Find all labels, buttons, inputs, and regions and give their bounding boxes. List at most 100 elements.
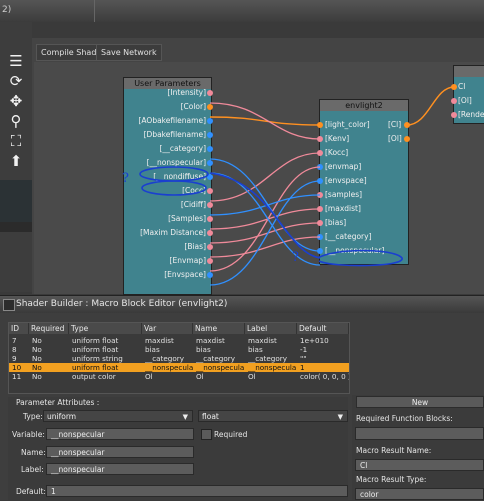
table-row[interactable]: 7 No uniform float maxdist maxdist maxdist 1e+… xyxy=(9,336,349,345)
table-header-cell[interactable]: Name xyxy=(193,323,245,334)
wire-maxdist xyxy=(209,222,321,244)
table-cell: maxdist xyxy=(196,336,225,345)
macro-result-type-label: Macro Result Type: xyxy=(356,475,427,484)
table-cell: bias xyxy=(248,345,263,354)
table-cell: Ol xyxy=(145,372,153,381)
wire-color xyxy=(209,116,321,126)
network-canvas[interactable]: User Parameters [Intensity] [Color] [AObak… xyxy=(34,62,484,295)
name-field[interactable]: __nonspecular xyxy=(46,446,194,458)
save-network-button[interactable]: Save Network xyxy=(96,44,162,61)
new-button[interactable]: New xyxy=(356,396,484,408)
table-cell: No xyxy=(32,345,42,354)
table-cell: Ol xyxy=(196,372,204,381)
type-label: Type: xyxy=(23,412,43,421)
parameter-table: ID Required Type Var Name Label Default 7 No uni… xyxy=(8,322,350,394)
wire-envmap xyxy=(209,166,321,272)
table-cell: 11 xyxy=(12,372,22,381)
table-cell: uniform float xyxy=(72,336,119,345)
table-row[interactable]: 11 No output color Ol Ol Ol color( 0, 0, 0 ) xyxy=(9,372,349,381)
table-header-cell[interactable]: Default xyxy=(297,323,349,334)
table-row-selected[interactable]: 10 No uniform float __nonspecular __nonspecu… xyxy=(9,363,349,372)
type-value: float xyxy=(202,412,219,421)
table-cell: 10 xyxy=(12,363,22,372)
annotation-question-1: ? xyxy=(122,171,129,186)
macro-result-type-field[interactable]: color xyxy=(355,488,484,500)
required-function-blocks-label: Required Function Blocks: xyxy=(356,414,453,423)
table-cell: maxdist xyxy=(145,336,174,345)
label-label: Label: xyxy=(21,465,44,474)
wire-nonspecular xyxy=(209,172,321,266)
table-cell: No xyxy=(32,336,42,345)
app-icon xyxy=(3,299,15,311)
viewport-strip xyxy=(0,222,32,232)
table-cell: 1 xyxy=(300,363,305,372)
window-title: 2) xyxy=(2,5,12,15)
table-cell: No xyxy=(32,354,42,363)
connection-wires xyxy=(139,86,455,286)
required-checkbox[interactable] xyxy=(201,429,212,440)
table-cell: 1e+010 xyxy=(300,336,329,345)
viewport-preview xyxy=(0,180,32,222)
table-cell: bias xyxy=(196,345,211,354)
name-label: Name: xyxy=(21,448,46,457)
table-cell: uniform string xyxy=(72,354,123,363)
parameter-attributes-label: Parameter Attributes : xyxy=(16,398,100,407)
table-row[interactable]: 9 No uniform string __category __category __c… xyxy=(9,354,349,363)
table-header-cell[interactable]: Required xyxy=(29,323,69,334)
table-cell: __nonspecular xyxy=(145,363,193,372)
type-qualifier-select[interactable]: uniform ▼ xyxy=(43,410,193,422)
default-field[interactable]: 1 xyxy=(46,485,348,497)
table-row[interactable]: 8 No uniform float bias bias bias -1 xyxy=(9,345,349,354)
table-cell: No xyxy=(32,363,42,372)
table-cell: __nonspecular xyxy=(196,363,245,372)
type-qualifier-value: uniform xyxy=(47,412,77,421)
required-checkbox-label: Required xyxy=(214,430,248,439)
macro-result-name-label: Macro Result Name: xyxy=(356,446,432,455)
network-toolbar: Compile Shader Save Network xyxy=(32,44,484,61)
frame-icon[interactable]: ⛶ xyxy=(7,132,25,150)
table-header-cell[interactable]: Var xyxy=(142,323,193,334)
select-icon[interactable]: ☰ xyxy=(7,52,25,70)
wire-cl xyxy=(406,86,455,126)
macro-editor-title: Shader Builder : Macro Block Editor (env… xyxy=(16,299,228,309)
macro-result-panel: Required Function Blocks: Macro Result N… xyxy=(352,395,484,500)
variable-label: Variable: xyxy=(12,430,45,439)
table-cell: No xyxy=(32,372,42,381)
macro-editor-titlebar: Shader Builder : Macro Block Editor (env… xyxy=(0,295,484,313)
table-cell: 8 xyxy=(12,345,17,354)
table-cell: Ol xyxy=(248,372,256,381)
rotate-icon[interactable]: ⟳ xyxy=(7,72,25,90)
annotation-circle-nondiffuse xyxy=(141,180,207,196)
table-header-cell[interactable]: Label xyxy=(245,323,297,334)
table-cell: output color xyxy=(72,372,116,381)
title-divider xyxy=(94,0,95,22)
table-header-cell[interactable]: Type xyxy=(69,323,142,334)
table-cell: __nonspecular xyxy=(248,363,297,372)
label-field[interactable]: __nonspecular xyxy=(46,463,194,475)
table-cell: maxdist xyxy=(248,336,277,345)
default-label: Default: xyxy=(16,487,46,496)
home-icon[interactable]: ⬆ xyxy=(7,152,25,170)
macro-result-name-field[interactable]: Cl xyxy=(355,459,484,471)
required-function-blocks-field[interactable] xyxy=(355,427,484,440)
chevron-down-icon: ▼ xyxy=(182,413,188,421)
table-cell: color( 0, 0, 0 ) xyxy=(300,372,349,381)
type-select[interactable]: float ▼ xyxy=(198,410,348,422)
annotation-question-2: ? xyxy=(292,250,299,265)
table-cell: 9 xyxy=(12,354,17,363)
table-header-cell[interactable]: ID xyxy=(9,323,29,334)
table-cell: bias xyxy=(145,345,160,354)
move-icon[interactable]: ✥ xyxy=(7,92,25,110)
table-cell: __category xyxy=(145,354,184,363)
zoom-icon[interactable]: ⚲ xyxy=(7,112,25,130)
table-cell: uniform float xyxy=(72,363,119,372)
table-cell: -1 xyxy=(300,345,308,354)
annotation-circle-nonspecular xyxy=(139,166,209,182)
window-title-bar: 2) xyxy=(0,0,484,22)
parameter-attributes-panel: Parameter Attributes : Type: uniform ▼ fl… xyxy=(8,397,348,500)
table-cell: __category xyxy=(196,354,235,363)
chevron-down-icon: ▼ xyxy=(337,413,343,421)
table-cell: "" xyxy=(300,354,307,363)
variable-field[interactable]: __nonspecular xyxy=(46,428,194,440)
left-toolbar: ☰ ⟳ ✥ ⚲ ⛶ ⬆ xyxy=(0,22,32,292)
